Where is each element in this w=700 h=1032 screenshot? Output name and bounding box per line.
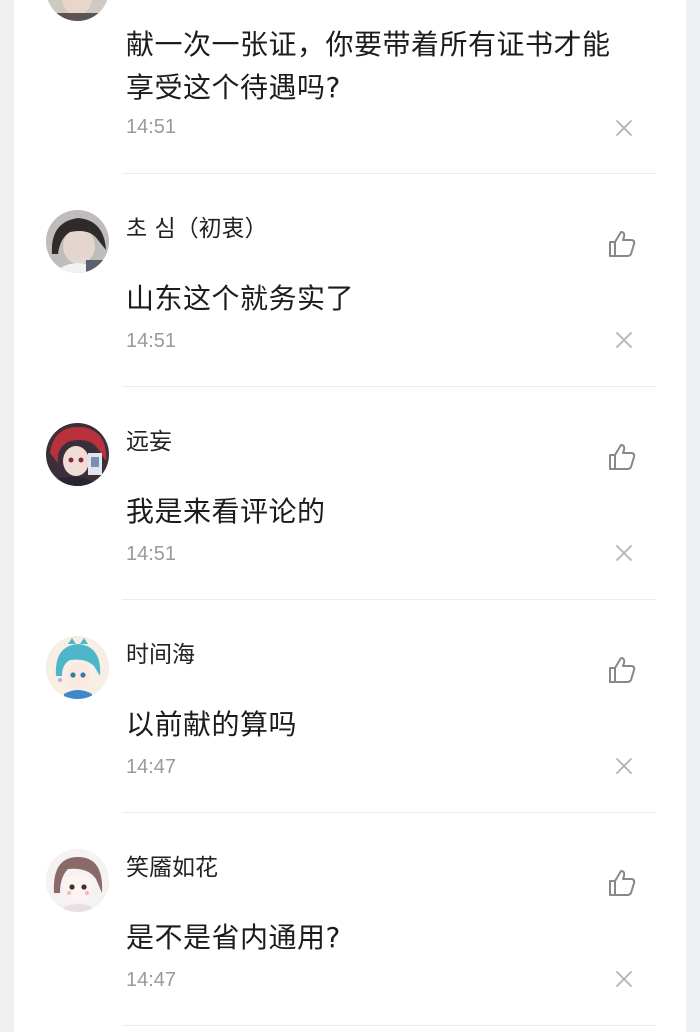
comment-time: 14:51 — [126, 330, 177, 352]
comment-item: 초 심（初衷） 山东这个就务实了 14:51 — [14, 174, 686, 387]
anime-avatar-image — [46, 423, 109, 486]
comment-text: 是不是省内通用? — [126, 921, 341, 954]
comment-item: 远妄 我是来看评论的 14:51 — [14, 387, 686, 600]
close-icon[interactable] — [614, 330, 634, 350]
divider — [122, 1025, 656, 1026]
anime-avatar-image — [46, 636, 109, 699]
avatar[interactable] — [46, 0, 109, 21]
portrait-avatar-image — [46, 210, 109, 273]
portrait-avatar-image — [46, 0, 109, 21]
thumbs-up-icon[interactable] — [606, 228, 638, 260]
avatar[interactable] — [46, 849, 109, 912]
avatar[interactable] — [46, 636, 109, 699]
close-icon[interactable] — [614, 543, 634, 563]
avatar[interactable] — [46, 423, 109, 486]
comment-text: 以前献的算吗 — [126, 708, 298, 741]
thumbs-up-icon[interactable] — [606, 654, 638, 686]
comment-item: 笑靥如花 是不是省内通用? 14:47 — [14, 813, 686, 1026]
comment-time: 14:47 — [126, 969, 177, 991]
avatar[interactable] — [46, 210, 109, 273]
comment-username[interactable]: 时间海 — [126, 640, 195, 670]
thumbs-up-icon[interactable] — [606, 441, 638, 473]
close-icon[interactable] — [614, 756, 634, 776]
comment-username[interactable]: 远妄 — [126, 427, 172, 457]
cartoon-girl-avatar-image — [46, 849, 109, 912]
comment-text: 献一次一张证，你要带着所有证书才能享受这个待遇吗? — [126, 28, 611, 104]
close-icon[interactable] — [614, 118, 634, 138]
close-icon[interactable] — [614, 969, 634, 989]
comment-item: 时间海 以前献的算吗 14:47 — [14, 600, 686, 813]
comment-text: 山东这个就务实了 — [126, 282, 355, 315]
comment-time: 14:51 — [126, 543, 177, 565]
comment-username[interactable]: 笑靥如花 — [126, 853, 218, 883]
comment-text: 我是来看评论的 — [126, 495, 326, 528]
thumbs-up-icon[interactable] — [606, 867, 638, 899]
comment-time: 14:51 — [126, 116, 177, 138]
comment-username[interactable]: 초 심（初衷） — [126, 214, 268, 244]
comment-list: 献一次一张证，你要带着所有证书才能享受这个待遇吗? 14:51 초 심（初衷） … — [14, 0, 686, 1032]
comment-time: 14:47 — [126, 756, 177, 778]
